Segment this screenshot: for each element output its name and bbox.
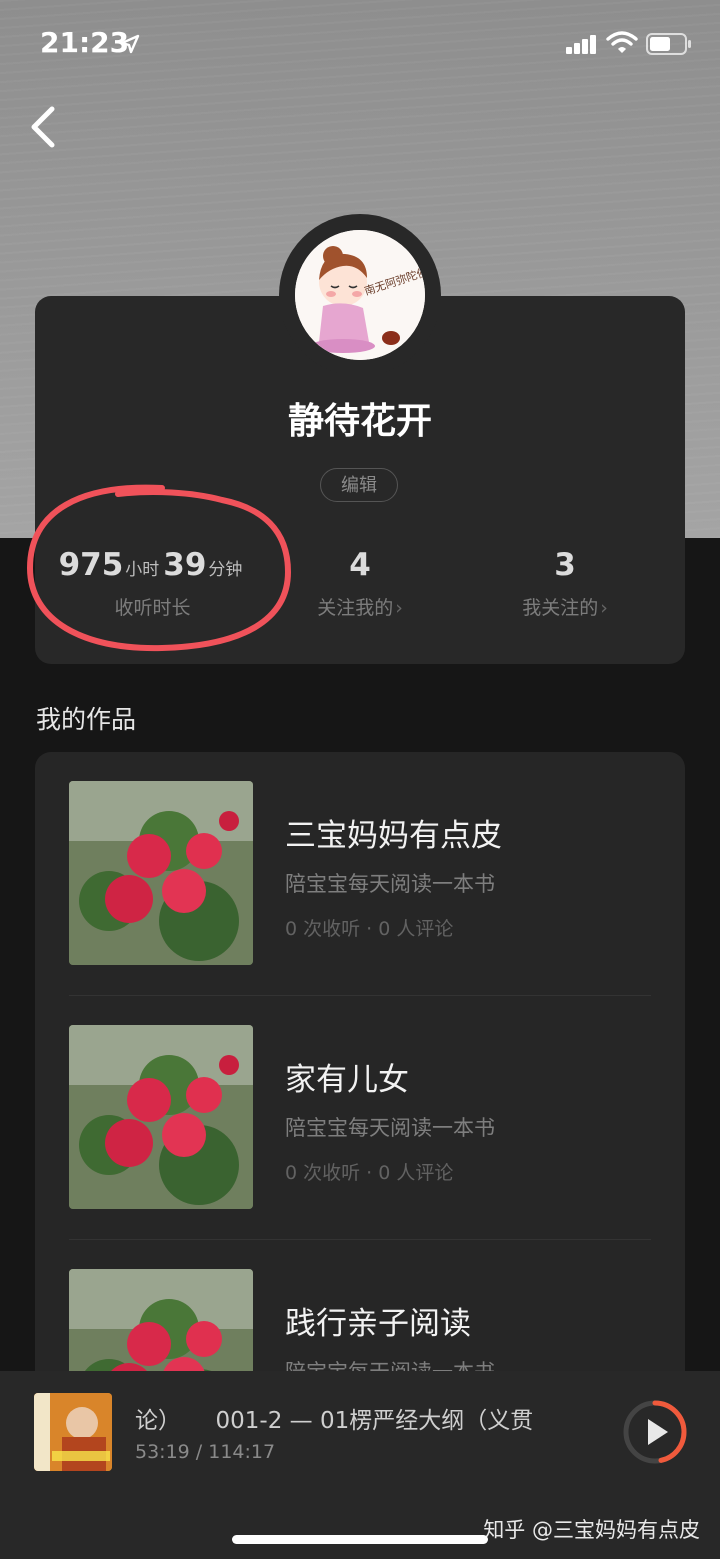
followers-count: 4 [349, 547, 371, 583]
followers-label: 关注我的 [317, 597, 394, 619]
avatar[interactable]: 南无阿弥陀佛 [295, 230, 425, 360]
home-indicator [232, 1535, 488, 1544]
profile-name: 静待花开 [287, 401, 432, 442]
wifi-icon [606, 31, 638, 53]
play-button[interactable] [622, 1399, 688, 1465]
battery-icon [646, 33, 691, 55]
highlight-circle-annotation [26, 484, 292, 652]
work-item[interactable]: 家有儿女 陪宝宝每天阅读一本书 0 次收听 · 0 人评论 [35, 996, 685, 1240]
player-cover-thumbnail [34, 1393, 112, 1471]
player-track-title-container: 论） 001-2 — 01楞严经大纲（义贯 [135, 1401, 603, 1441]
work-item[interactable]: 三宝妈妈有点皮 陪宝宝每天阅读一本书 0 次收听 · 0 人评论 [35, 752, 685, 996]
work-stats: 0 次收听 · 0 人评论 [285, 918, 454, 940]
edit-profile-button[interactable]: 编辑 [320, 468, 398, 502]
work-title: 家有儿女 [285, 1062, 409, 1098]
work-stats: 0 次收听 · 0 人评论 [285, 1162, 454, 1184]
section-title-my-works: 我的作品 [36, 705, 137, 734]
player-track-title: 论） 001-2 — 01楞严经大纲（义贯 [135, 1408, 534, 1434]
work-title: 三宝妈妈有点皮 [285, 818, 502, 854]
play-icon [648, 1419, 668, 1445]
works-list: 三宝妈妈有点皮 陪宝宝每天阅读一本书 0 次收听 · 0 人评论 家有儿女 陪宝… [35, 752, 685, 1452]
back-arrow-icon[interactable] [26, 104, 62, 150]
work-subtitle: 陪宝宝每天阅读一本书 [285, 872, 495, 896]
player-time: 53:19 / 114:17 [135, 1441, 276, 1463]
chevron-right-icon: › [600, 597, 608, 619]
avatar-illustration: 南无阿弥陀佛 [295, 230, 425, 360]
following-label: 我关注的 [522, 597, 599, 619]
followers-stat[interactable]: 4 关注我的 › [290, 547, 430, 620]
status-time: 21:23 [40, 26, 130, 59]
chevron-right-icon: › [395, 597, 403, 619]
work-subtitle: 陪宝宝每天阅读一本书 [285, 1116, 495, 1140]
work-thumbnail [69, 1025, 253, 1209]
work-title: 践行亲子阅读 [285, 1306, 471, 1342]
watermark: 知乎 @三宝妈妈有点皮 [483, 1518, 700, 1542]
following-count: 3 [554, 547, 576, 583]
mini-player[interactable]: 论） 001-2 — 01楞严经大纲（义贯 53:19 / 114:17 知乎 … [0, 1371, 720, 1559]
cellular-signal-icon [566, 35, 596, 54]
following-stat[interactable]: 3 我关注的 › [490, 547, 640, 620]
work-thumbnail [69, 781, 253, 965]
location-arrow-icon [120, 34, 140, 54]
